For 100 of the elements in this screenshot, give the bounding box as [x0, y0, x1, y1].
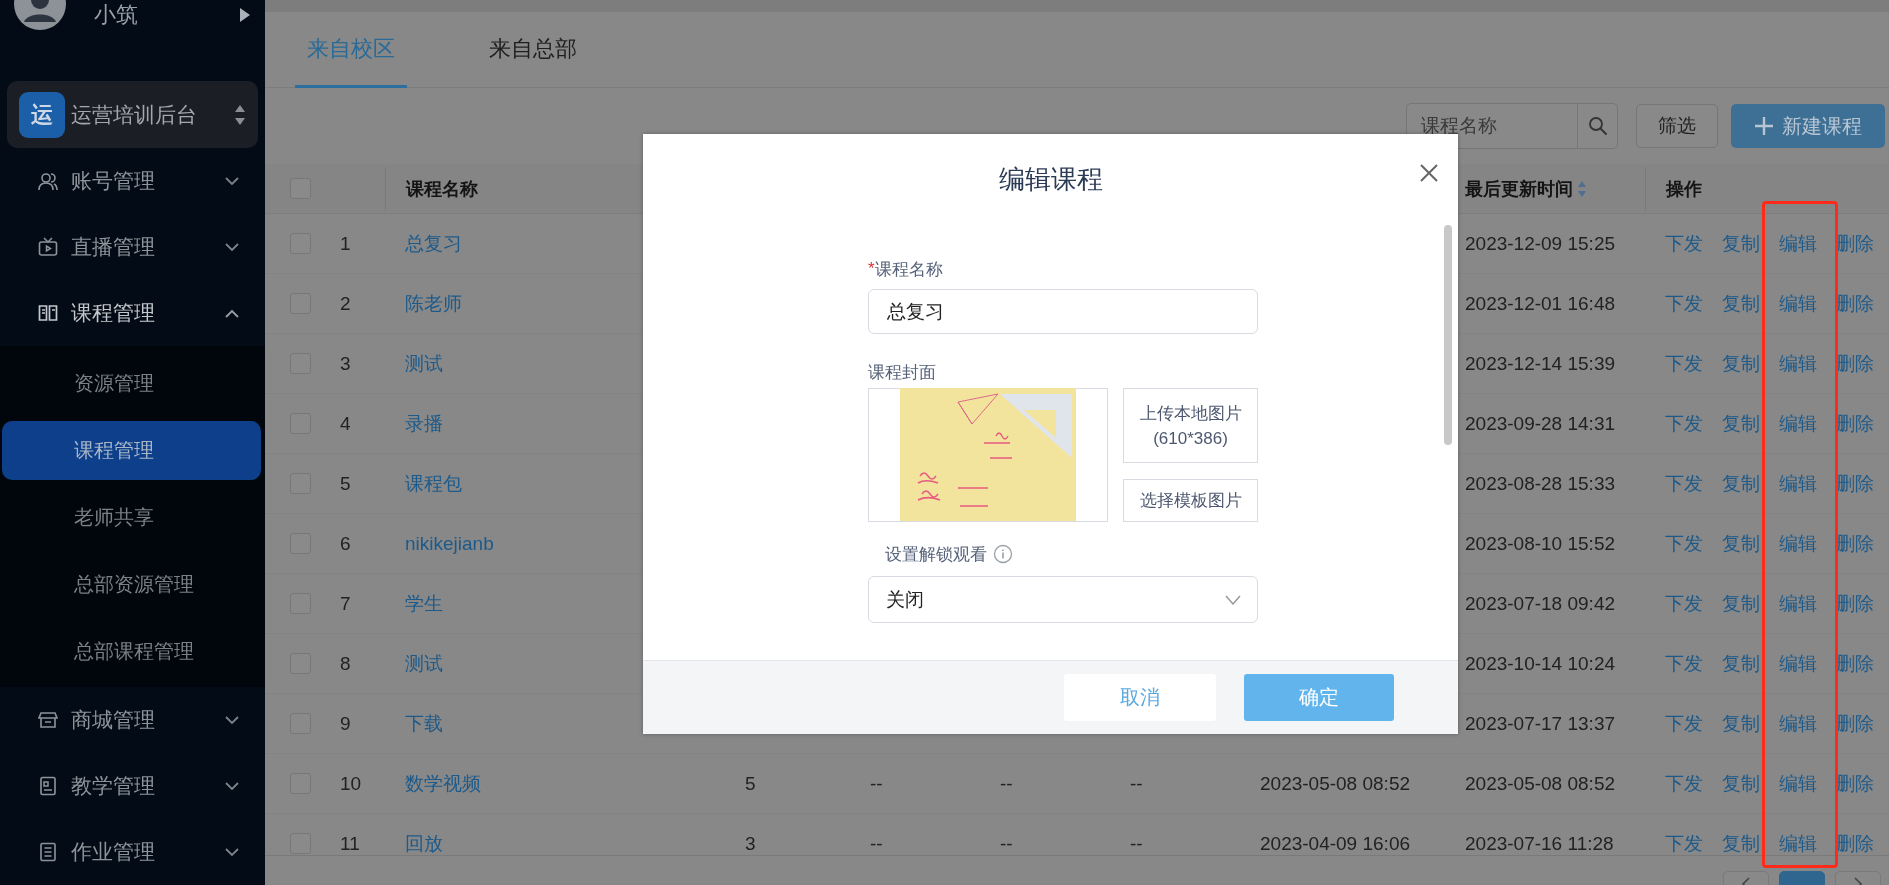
action-link[interactable]: 复制 [1722, 830, 1760, 855]
action-link[interactable]: 编辑 [1779, 470, 1817, 497]
row-number: 7 [339, 592, 352, 615]
action-link[interactable]: 复制 [1722, 650, 1760, 677]
action-link[interactable]: 复制 [1722, 230, 1760, 257]
course-link[interactable]: 下载 [405, 712, 443, 734]
menu-item[interactable]: 商城管理 [0, 687, 265, 753]
menu-item[interactable]: 教学管理 [0, 753, 265, 819]
unlock-select[interactable]: 关闭 [868, 576, 1258, 623]
upload-button[interactable]: 上传本地图片 (610*386) [1123, 388, 1258, 463]
row-number: 6 [339, 532, 352, 555]
submenu-item[interactable]: 总部课程管理 [2, 618, 261, 685]
action-link[interactable]: 编辑 [1779, 410, 1817, 437]
action-link[interactable]: 复制 [1722, 470, 1760, 497]
row-number: 1 [339, 232, 352, 255]
action-link[interactable]: 复制 [1722, 410, 1760, 437]
menu-item[interactable]: 作业管理 [0, 819, 265, 885]
submenu-item[interactable]: 课程管理 [2, 421, 261, 480]
row-number: 9 [339, 712, 352, 735]
action-link[interactable]: 下发 [1665, 830, 1703, 855]
table-cell: 2023-08-28 15:33 [1465, 472, 1615, 494]
action-link[interactable]: 删除 [1836, 590, 1874, 617]
course-link[interactable]: 数学视频 [405, 772, 481, 794]
action-link[interactable]: 下发 [1665, 290, 1703, 317]
action-link[interactable]: 复制 [1722, 350, 1760, 377]
menu-item[interactable]: 账号管理 [0, 148, 265, 214]
action-link[interactable]: 编辑 [1779, 350, 1817, 377]
name-input[interactable]: 总复习 [869, 299, 1257, 324]
action-link[interactable]: 下发 [1665, 770, 1703, 797]
action-link[interactable]: 下发 [1665, 530, 1703, 557]
action-link[interactable]: 编辑 [1779, 650, 1817, 677]
action-link[interactable]: 编辑 [1779, 590, 1817, 617]
action-link[interactable]: 删除 [1836, 830, 1874, 855]
action-link[interactable]: 下发 [1665, 710, 1703, 737]
template-button[interactable]: 选择模板图片 [1123, 479, 1258, 522]
action-link[interactable]: 删除 [1836, 230, 1874, 257]
column-header: 最后更新时间 [1465, 177, 1573, 201]
action-link[interactable]: 复制 [1722, 590, 1760, 617]
action-link[interactable]: 复制 [1722, 290, 1760, 317]
cancel-button[interactable]: 取消 [1064, 674, 1216, 721]
action-link[interactable]: 删除 [1836, 770, 1874, 797]
field-label: 课程封面 [868, 361, 937, 384]
action-link[interactable]: 编辑 [1779, 530, 1817, 557]
action-link[interactable]: 编辑 [1779, 830, 1817, 855]
tab[interactable]: 来自总部 [477, 12, 589, 88]
table-cell: 3 [745, 832, 756, 854]
action-link[interactable]: 编辑 [1779, 710, 1817, 737]
action-link[interactable]: 复制 [1722, 770, 1760, 797]
course-link[interactable]: 测试 [405, 652, 443, 674]
action-link[interactable]: 下发 [1665, 590, 1703, 617]
submenu-item[interactable]: 老师共享 [2, 484, 261, 551]
action-link[interactable]: 删除 [1836, 470, 1874, 497]
action-link[interactable]: 编辑 [1779, 770, 1817, 797]
filter-button[interactable]: 筛选 [1636, 104, 1718, 148]
tab[interactable]: 来自校区 [295, 12, 407, 88]
table-cell: 2023-09-28 14:31 [1465, 412, 1615, 434]
action-link[interactable]: 下发 [1665, 230, 1703, 257]
action-link[interactable]: 下发 [1665, 350, 1703, 377]
action-link[interactable]: 删除 [1836, 650, 1874, 677]
menu-item[interactable]: 课程管理 [0, 280, 265, 346]
submenu-item[interactable]: 总部资源管理 [2, 551, 261, 618]
action-link[interactable]: 编辑 [1779, 290, 1817, 317]
table-cell: 2023-12-01 16:48 [1465, 292, 1615, 314]
action-link[interactable]: 删除 [1836, 290, 1874, 317]
action-link[interactable]: 复制 [1722, 710, 1760, 737]
course-link[interactable]: 课程包 [405, 472, 462, 494]
table-cell: -- [1130, 772, 1143, 794]
course-link[interactable]: 测试 [405, 352, 443, 374]
action-link[interactable]: 删除 [1836, 530, 1874, 557]
table-cell: 2023-10-14 10:24 [1465, 652, 1615, 674]
action-link[interactable]: 下发 [1665, 470, 1703, 497]
action-link[interactable]: 删除 [1836, 350, 1874, 377]
action-link[interactable]: 删除 [1836, 410, 1874, 437]
confirm-button[interactable]: 确定 [1244, 674, 1394, 721]
course-link[interactable]: 学生 [405, 592, 443, 614]
menu-item[interactable]: 直播管理 [0, 214, 265, 280]
course-link[interactable]: 陈老师 [405, 292, 462, 314]
course-link[interactable]: 录播 [405, 412, 443, 434]
table-cell: 2023-07-16 11:28 [1465, 832, 1614, 854]
row-number: 8 [339, 652, 352, 675]
course-link[interactable]: nikikejianb [405, 532, 494, 554]
action-link[interactable]: 复制 [1722, 530, 1760, 557]
row-number: 10 [339, 772, 363, 795]
column-header: 操作 [1666, 177, 1702, 201]
create-button[interactable]: 新建课程 [1731, 104, 1885, 148]
user-name: 小筑 [94, 1, 139, 29]
action-link[interactable]: 删除 [1836, 710, 1874, 737]
course-link[interactable]: 总复习 [405, 232, 462, 254]
size-hint: (610*386) [1153, 429, 1228, 449]
action-link[interactable]: 下发 [1665, 410, 1703, 437]
name-field[interactable]: 总复习 [868, 289, 1258, 334]
search-input[interactable]: 课程名称 [1407, 104, 1577, 148]
row-number: 11 [339, 832, 361, 855]
course-link[interactable]: 回放 [405, 832, 443, 854]
search-field[interactable]: 课程名称 [1406, 103, 1618, 149]
platform-switcher[interactable]: 运 运营培训后台 [7, 81, 258, 148]
submenu-item[interactable]: 资源管理 [2, 350, 261, 417]
action-link[interactable]: 下发 [1665, 650, 1703, 677]
action-link[interactable]: 编辑 [1779, 230, 1817, 257]
table-cell: 5 [745, 772, 756, 794]
